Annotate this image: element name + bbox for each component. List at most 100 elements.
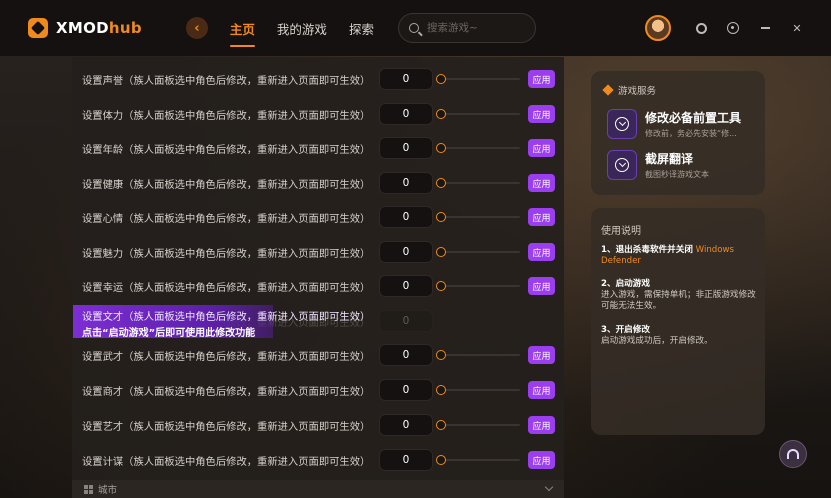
value-input[interactable] <box>379 379 433 401</box>
setting-row: 设置计谋（族人面板选中角色后修改，重新进入页面即可生效） 应用 <box>72 443 564 477</box>
search-input[interactable] <box>426 22 527 34</box>
guide-step: 1、退出杀毒软件并关闭 Windows Defender <box>601 245 757 267</box>
cube-icon <box>602 84 614 96</box>
apply-button[interactable]: 应用 <box>528 208 555 226</box>
section-city-collapsed[interactable]: 城市 <box>72 480 564 498</box>
setting-row: 设置艺才（族人面板选中角色后修改，重新进入页面即可生效） 应用 <box>72 408 564 442</box>
usage-guide-panel: 使用说明 1、退出杀毒软件并关闭 Windows Defender 2、启动游戏… <box>591 208 765 435</box>
main-nav: 主页 我的游戏 探索 <box>229 19 374 47</box>
download-icon <box>607 150 637 180</box>
value-slider[interactable] <box>436 142 520 154</box>
slider-handle[interactable] <box>436 350 446 360</box>
setting-label: 设置年龄（族人面板选中角色后修改，重新进入页面即可生效） <box>82 143 371 156</box>
slider-handle[interactable] <box>436 281 446 291</box>
apply-button[interactable]: 应用 <box>528 243 555 261</box>
value-slider[interactable] <box>436 73 520 85</box>
value-input[interactable] <box>379 275 433 297</box>
apply-button[interactable]: 应用 <box>528 139 555 157</box>
apply-button[interactable]: 应用 <box>528 174 555 192</box>
panel-title: 游戏服务 <box>618 86 657 97</box>
guide-step: 2、启动游戏 进入游戏，需保持单机；非正版游戏修改可能无法生效。 <box>601 279 757 312</box>
settings-icon[interactable] <box>725 20 741 36</box>
slider-handle[interactable] <box>436 420 446 430</box>
guide-step: 3、开启修改 启动游戏成功后，开启修改。 <box>601 325 757 347</box>
slider-handle[interactable] <box>436 247 446 257</box>
search-icon <box>408 23 419 33</box>
grid-icon <box>84 484 93 494</box>
minimize-icon[interactable] <box>757 20 773 36</box>
value-slider[interactable] <box>436 280 520 292</box>
apply-button[interactable]: 应用 <box>528 105 555 123</box>
apply-button[interactable]: 应用 <box>528 451 555 469</box>
chevron-down-icon <box>544 482 554 492</box>
slider-handle[interactable] <box>436 74 446 84</box>
apply-button[interactable]: 应用 <box>528 346 555 364</box>
value-slider[interactable] <box>436 419 520 431</box>
value-slider[interactable] <box>436 211 520 223</box>
apply-button[interactable]: 应用 <box>528 381 555 399</box>
slider-handle[interactable] <box>436 143 446 153</box>
value-input[interactable] <box>379 172 433 194</box>
value-input[interactable] <box>379 344 433 366</box>
service-name: 截屏翻译 <box>645 152 694 166</box>
setting-row: 设置商才（族人面板选中角色后修改，重新进入页面即可生效） 应用 <box>72 373 564 407</box>
value-input[interactable] <box>379 414 433 436</box>
setting-label: 设置健康（族人面板选中角色后修改，重新进入页面即可生效） <box>82 178 371 191</box>
value-input[interactable] <box>379 68 433 90</box>
avatar[interactable] <box>645 15 671 41</box>
setting-row: 设置体力（族人面板选中角色后修改，重新进入页面即可生效） 应用 <box>72 97 564 131</box>
nav-my-games[interactable]: 我的游戏 <box>277 19 327 38</box>
service-desc: 截图秒译游戏文本 <box>645 170 709 179</box>
download-icon <box>607 109 637 139</box>
step-body: 进入游戏，需保持单机；非正版游戏修改可能无法生效。 <box>601 290 756 311</box>
step-body: 启动游戏成功后，开启修改。 <box>601 336 713 346</box>
setting-label: 设置魅力（族人面板选中角色后修改，重新进入页面即可生效） <box>82 247 371 260</box>
section-label: 城市 <box>98 485 118 496</box>
headset-icon[interactable] <box>779 440 807 468</box>
setting-row: 设置武才（族人面板选中角色后修改，重新进入页面即可生效） 应用 <box>72 338 564 372</box>
slider-handle[interactable] <box>436 455 446 465</box>
setting-row: 设置年龄（族人面板选中角色后修改，重新进入页面即可生效） 应用 <box>72 131 564 165</box>
apply-button[interactable]: 应用 <box>528 277 555 295</box>
value-input[interactable] <box>379 137 433 159</box>
logo[interactable]: XMODhub <box>28 18 142 38</box>
slider-handle[interactable] <box>436 212 446 222</box>
slider-handle[interactable] <box>436 385 446 395</box>
value-slider[interactable] <box>436 246 520 258</box>
value-input[interactable] <box>379 103 433 125</box>
value-slider[interactable] <box>436 349 520 361</box>
nav-home[interactable]: 主页 <box>229 19 255 47</box>
search-box[interactable] <box>397 13 536 43</box>
value-input[interactable] <box>379 449 433 471</box>
value-slider[interactable] <box>436 454 520 466</box>
service-name: 修改必备前置工具 <box>645 111 742 125</box>
setting-label: 设置声誉（族人面板选中角色后修改，重新进入页面即可生效） <box>82 74 371 87</box>
setting-row: 设置幸运（族人面板选中角色后修改，重新进入页面即可生效） 应用 <box>72 269 564 303</box>
nav-explore[interactable]: 探索 <box>349 19 374 38</box>
settings-list: 设置声誉（族人面板选中角色后修改，重新进入页面即可生效） 应用 设置体力（族人面… <box>72 57 564 498</box>
tooltip-hint: 点击“启动游戏”后即可使用此修改功能 <box>82 328 256 339</box>
back-arrow-icon[interactable]: ‹ <box>185 17 208 39</box>
logo-icon <box>28 18 48 38</box>
step-head: 2、启动游戏 <box>601 279 650 289</box>
service-tool[interactable]: 修改必备前置工具 修改前，务必先安装“修... <box>607 109 741 139</box>
close-icon[interactable]: ✕ <box>789 20 805 36</box>
tooltip-title: 设置文才（族人面板选中角色后修改，重新进入页面即可生效） <box>82 311 371 323</box>
service-translate[interactable]: 截屏翻译 截图秒译游戏文本 <box>607 150 709 180</box>
value-slider[interactable] <box>436 384 520 396</box>
slider-handle[interactable] <box>436 109 446 119</box>
setting-label: 设置体力（族人面板选中角色后修改，重新进入页面即可生效） <box>82 109 371 122</box>
shirt-icon[interactable] <box>693 20 709 36</box>
setting-label: 设置武才（族人面板选中角色后修改，重新进入页面即可生效） <box>82 350 371 363</box>
setting-label: 设置心情（族人面板选中角色后修改，重新进入页面即可生效） <box>82 212 371 225</box>
value-input[interactable] <box>379 206 433 228</box>
value-slider[interactable] <box>436 177 520 189</box>
value-input[interactable] <box>379 241 433 263</box>
logo-suffix: hub <box>108 19 142 37</box>
slider-handle[interactable] <box>436 178 446 188</box>
apply-button[interactable]: 应用 <box>528 70 555 88</box>
setting-label: 设置计谋（族人面板选中角色后修改，重新进入页面即可生效） <box>82 455 371 468</box>
top-bar: XMODhub ‹ 主页 我的游戏 探索 ✕ <box>0 0 831 56</box>
apply-button[interactable]: 应用 <box>528 416 555 434</box>
value-slider[interactable] <box>436 108 520 120</box>
